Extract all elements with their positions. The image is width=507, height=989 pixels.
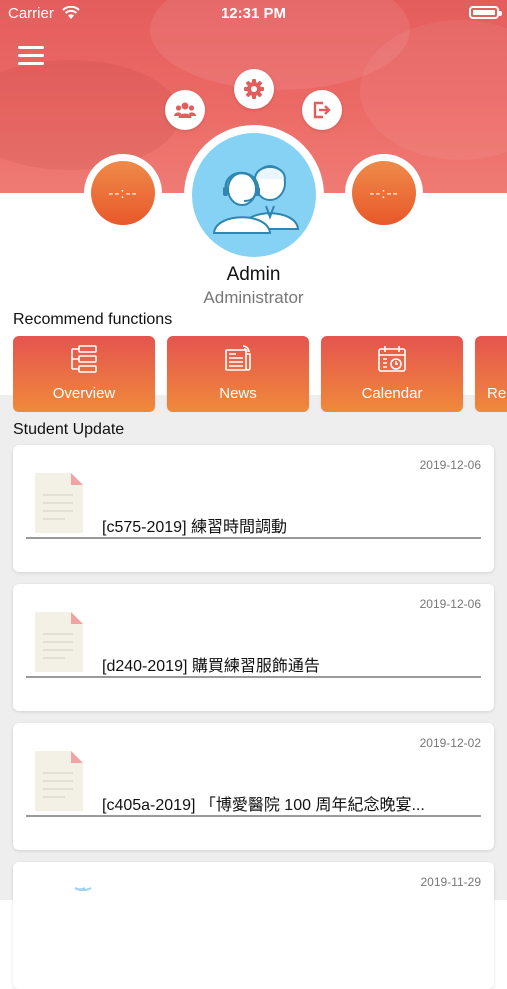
clock: 12:31 PM: [220, 5, 287, 22]
hamburger-menu-icon[interactable]: [18, 44, 46, 68]
document-icon: [35, 473, 83, 533]
update-card[interactable]: 2019-12-06 [d240-2019] 購買練習服飾通告: [13, 584, 494, 711]
update-title: [c575-2019] 練習時間調動: [102, 519, 287, 536]
user-role: Administrator: [203, 288, 304, 307]
update-card[interactable]: 2019-12-02 [c405a-2019] 「博愛醫院 100 周年紀念晚宴…: [13, 723, 494, 850]
function-tile-news[interactable]: News: [167, 336, 309, 412]
gear-icon[interactable]: [234, 69, 274, 109]
divider: [26, 815, 481, 817]
document-icon: [35, 751, 83, 811]
function-tile-calendar[interactable]: Calendar: [321, 336, 463, 412]
calendar-icon: [378, 346, 406, 372]
document-icon: [35, 612, 83, 672]
divider: [26, 537, 481, 539]
recommend-functions-title: Recommend functions: [13, 311, 173, 328]
left-time-badge: --:--: [91, 161, 155, 225]
function-tile-label: Calendar: [361, 385, 423, 402]
function-tile-overview[interactable]: Overview: [13, 336, 155, 412]
status-bar: Carrier 12:31 PM: [0, 0, 507, 28]
battery-icon: [469, 6, 502, 19]
divider: [26, 676, 481, 678]
update-card[interactable]: 2019-11-29: [13, 862, 494, 989]
support-agents-icon: [212, 165, 300, 234]
update-title: [c405a-2019] 「博愛醫院 100 周年紀念晚宴...: [102, 797, 425, 814]
function-tile-label: Overview: [52, 385, 116, 402]
right-time-badge: --:--: [352, 161, 416, 225]
update-date: 2019-12-06: [419, 458, 481, 472]
student-update-title: Student Update: [13, 421, 125, 438]
rss-icon: [74, 887, 92, 892]
function-tile-partial[interactable]: Re: [475, 336, 507, 412]
update-date: 2019-11-29: [420, 875, 482, 889]
user-name: Admin: [226, 264, 281, 285]
recommend-functions-row[interactable]: Overview News Calendar Re: [13, 336, 507, 412]
update-title: [d240-2019] 購買練習服飾通告: [102, 658, 320, 675]
users-group-icon[interactable]: [165, 90, 205, 130]
avatar[interactable]: [192, 133, 316, 257]
news-icon: [225, 345, 251, 371]
update-card[interactable]: 2019-12-06 [c575-2019] 練習時間調動: [13, 445, 494, 572]
update-date: 2019-12-06: [419, 597, 481, 611]
update-date: 2019-12-02: [419, 736, 481, 750]
function-tile-label: Re: [487, 385, 507, 402]
overview-icon: [71, 345, 97, 373]
function-tile-label: News: [219, 385, 257, 402]
logout-icon[interactable]: [302, 90, 342, 130]
